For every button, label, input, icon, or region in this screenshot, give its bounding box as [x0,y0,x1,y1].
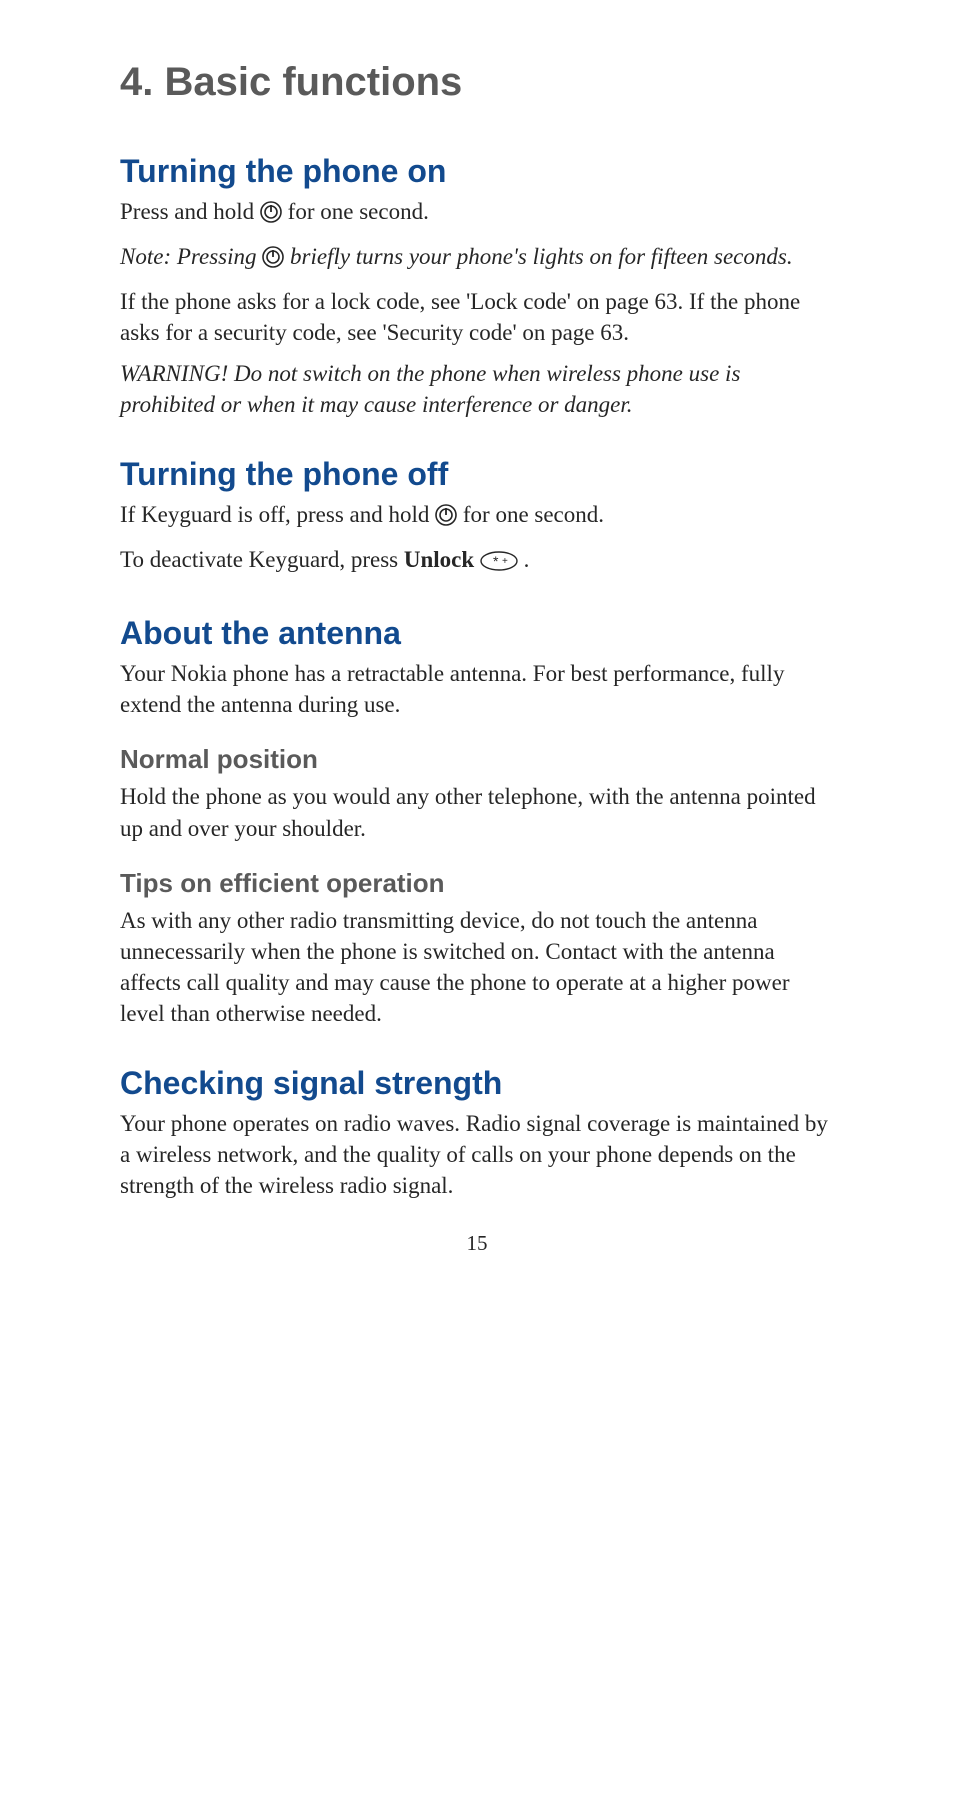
star-key-icon: *+ [480,548,518,579]
section-heading-turning-on: Turning the phone on [120,153,834,190]
document-page: 4. Basic functions Turning the phone on … [0,0,954,1296]
paragraph: Your phone operates on radio waves. Radi… [120,1108,834,1201]
note-paragraph: Note: Pressing briefly turns your phone'… [120,241,834,276]
text: Press and hold [120,199,260,224]
text: Note: Pressing [120,244,262,269]
subsection-heading-tips: Tips on efficient operation [120,868,834,899]
power-button-icon [435,503,457,534]
paragraph: As with any other radio transmitting dev… [120,905,834,1029]
paragraph: If the phone asks for a lock code, see '… [120,286,834,348]
text: To deactivate Keyguard, press [120,547,404,572]
power-button-icon [262,245,284,276]
power-button-icon [260,200,282,231]
svg-text:*: * [493,553,499,569]
section-heading-signal: Checking signal strength [120,1065,834,1102]
text: If Keyguard is off, press and hold [120,502,435,527]
section-heading-antenna: About the antenna [120,615,834,652]
paragraph: Your Nokia phone has a retractable anten… [120,658,834,720]
text: for one second. [288,199,429,224]
svg-text:+: + [502,556,508,567]
paragraph: Hold the phone as you would any other te… [120,781,834,843]
subsection-heading-normal-position: Normal position [120,744,834,775]
section-heading-turning-off: Turning the phone off [120,456,834,493]
text: briefly turns your phone's lights on for… [290,244,793,269]
chapter-title: 4. Basic functions [120,60,834,105]
page-number: 15 [120,1231,834,1256]
paragraph: If Keyguard is off, press and hold for o… [120,499,834,534]
paragraph: To deactivate Keyguard, press Unlock *+ … [120,544,834,579]
bold-text-unlock: Unlock [404,547,474,572]
text: for one second. [463,502,604,527]
text: . [524,547,530,572]
warning-paragraph: WARNING! Do not switch on the phone when… [120,358,834,420]
paragraph: Press and hold for one second. [120,196,834,231]
